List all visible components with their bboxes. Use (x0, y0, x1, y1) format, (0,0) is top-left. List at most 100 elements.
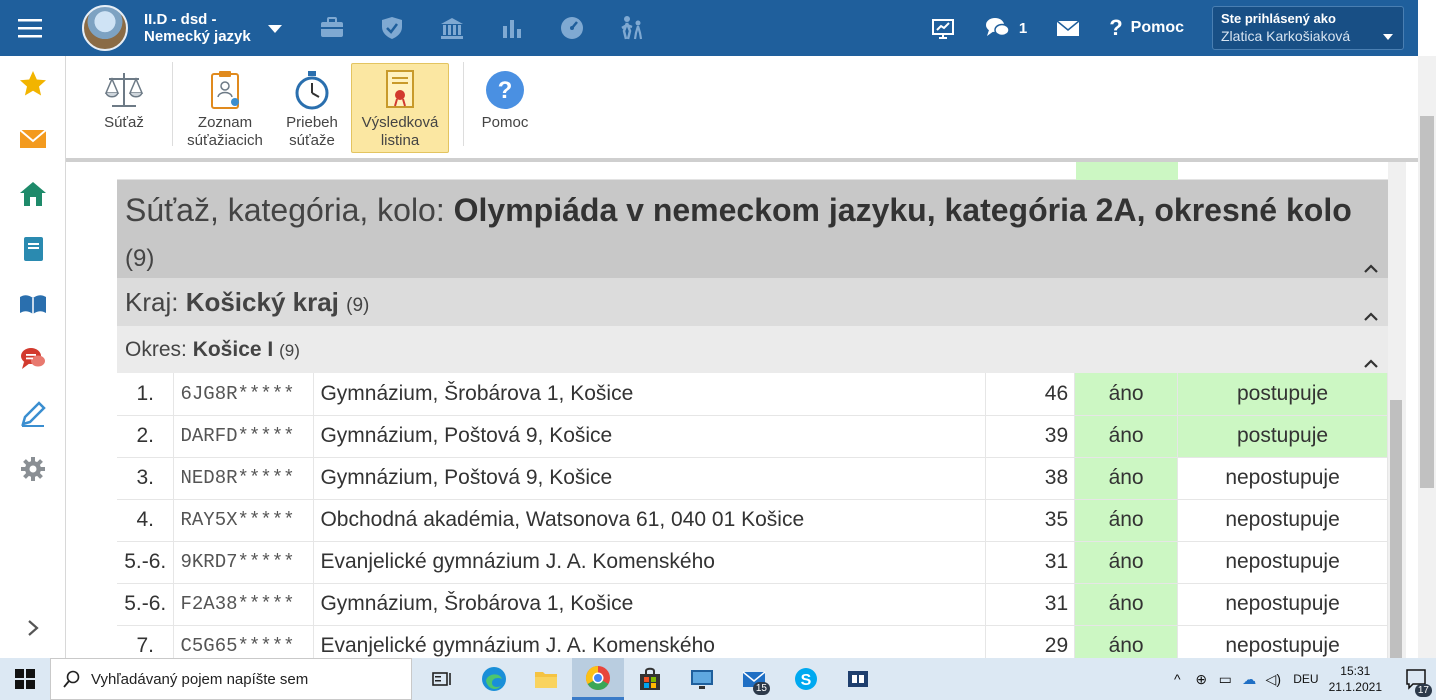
table-row[interactable]: 7. C5G65***** Evanjelické gymnázium J. A. … (117, 625, 1388, 658)
competition-count: (9) (125, 245, 155, 272)
result-rank: 2. (117, 415, 175, 458)
result-rank: 3. (117, 457, 175, 500)
mail-icon[interactable] (1055, 15, 1081, 41)
scales-icon (104, 73, 144, 107)
home-icon[interactable] (0, 166, 66, 221)
result-ok: áno (1074, 499, 1179, 542)
result-status: nepostupuje (1177, 541, 1388, 584)
chrome-browser-icon[interactable] (572, 658, 624, 700)
mail-icon[interactable] (0, 111, 66, 166)
store-icon[interactable] (624, 658, 676, 700)
language-indicator[interactable]: DEU (1293, 672, 1318, 686)
skype-icon[interactable]: S (780, 658, 832, 700)
battery-icon[interactable]: ▭ (1213, 671, 1237, 688)
edge-browser-icon[interactable] (468, 658, 520, 700)
page-scrollbar[interactable] (1418, 56, 1436, 658)
bar-chart-icon[interactable] (482, 0, 542, 56)
result-status: nepostupuje (1177, 499, 1388, 542)
volume-icon[interactable]: ◁) (1261, 671, 1285, 688)
region-count: (9) (346, 295, 370, 316)
tool-results-list[interactable]: Výsledková listina (351, 63, 449, 153)
user-menu[interactable]: Ste prihlásený ako Zlatica Karkošiaková (1212, 6, 1404, 50)
result-status: nepostupuje (1177, 457, 1388, 500)
notification-count: 17 (1414, 684, 1432, 697)
file-explorer-icon[interactable] (520, 658, 572, 700)
collapse-chevron-icon[interactable] (1364, 262, 1378, 274)
result-code: 9KRD7***** (173, 541, 315, 584)
menu-icon[interactable] (0, 0, 60, 56)
usb-icon[interactable]: ⊕ (1189, 671, 1213, 688)
tool-competition[interactable]: Súťaž (90, 56, 158, 158)
students-icon[interactable] (602, 0, 662, 56)
expand-sidebar-chevron-icon[interactable] (0, 608, 66, 648)
task-view-icon[interactable] (416, 658, 468, 700)
region-group-header[interactable]: Kraj: Košický kraj (9) (117, 278, 1388, 326)
tool-competition-progress[interactable]: Priebeh súťaže (273, 56, 351, 158)
onedrive-icon[interactable]: ☁ (1237, 671, 1261, 688)
table-row[interactable]: 5.-6. 9KRD7***** Evanjelické gymnázium J. … (117, 541, 1388, 584)
system-tray: ^ ⊕ ▭ ☁ ◁) DEU 15:31 21.1.2021 17 (1165, 658, 1436, 700)
taskbar-clock[interactable]: 15:31 21.1.2021 (1329, 663, 1382, 695)
chat-icon[interactable] (0, 331, 66, 386)
result-school: Evanjelické gymnázium J. A. Komenského (313, 625, 987, 658)
help-button[interactable]: ? Pomoc (1109, 15, 1184, 41)
notebook-icon[interactable] (0, 221, 66, 276)
tool-participants-list[interactable]: Zoznam súťažiacich (177, 56, 273, 158)
result-school: Evanjelické gymnázium J. A. Komenského (313, 541, 987, 584)
pencil-icon[interactable] (0, 386, 66, 441)
windows-start-icon[interactable] (0, 658, 50, 700)
result-score: 31 (985, 541, 1076, 584)
open-book-icon[interactable] (0, 276, 66, 331)
content-scrollbar[interactable] (1388, 162, 1406, 658)
speedometer-icon[interactable] (542, 0, 602, 56)
notification-center-icon[interactable]: 17 (1396, 658, 1436, 700)
stopwatch-icon (295, 71, 329, 110)
toolbar-separator (172, 62, 173, 146)
collapse-chevron-icon[interactable] (1364, 310, 1378, 322)
competition-toolbar: Súťaž Zoznam súťažiacich Priebeh súťaže … (66, 56, 1418, 162)
institution-icon[interactable] (422, 0, 482, 56)
table-row[interactable]: 4. RAY5X***** Obchodná akadémia, Watsonova… (117, 499, 1388, 542)
result-code: RAY5X***** (173, 499, 315, 542)
class-dropdown-caret-icon[interactable] (268, 25, 282, 33)
tool-results-label1: Výsledková (361, 114, 439, 131)
gear-icon[interactable] (0, 441, 66, 496)
content-scrollbar-thumb[interactable] (1390, 400, 1402, 658)
user-dropdown-caret-icon (1383, 34, 1393, 40)
table-row[interactable]: 3. NED8R***** Gymnázium, Poštová 9, Košice… (117, 457, 1388, 500)
messages-button[interactable]: 1 (984, 15, 1027, 41)
app-window-icon[interactable] (832, 658, 884, 700)
remote-desktop-icon[interactable] (676, 658, 728, 700)
mail-badge: 15 (752, 682, 770, 695)
mail-app-icon[interactable]: 15 (728, 658, 780, 700)
tray-chevron-up-icon[interactable]: ^ (1165, 671, 1189, 687)
page-scrollbar-thumb[interactable] (1420, 116, 1434, 488)
top-navigation-bar: II.D - dsd - Nemecký jazyk 1 ? Pomoc Ste… (0, 0, 1418, 56)
search-placeholder: Vyhľadávaný pojem napíšte sem (91, 670, 309, 688)
tool-help[interactable]: ? Pomoc (468, 56, 542, 158)
result-score: 35 (985, 499, 1076, 542)
competition-group-header[interactable]: Súťaž, kategória, kolo: Olympiáda v neme… (117, 180, 1388, 278)
table-row[interactable]: 2. DARFD***** Gymnázium, Poštová 9, Košice… (117, 415, 1388, 458)
user-label: Ste prihlásený ako (1221, 11, 1336, 26)
result-score: 31 (985, 583, 1076, 626)
previous-row-peek (117, 162, 1388, 180)
collapse-chevron-icon[interactable] (1364, 357, 1378, 369)
table-row[interactable]: 1. 6JG8R***** Gymnázium, Šrobárova 1, Koši… (117, 373, 1388, 416)
district-group-header[interactable]: Okres: Košice I (9) (117, 326, 1388, 373)
question-mark-icon: ? (1109, 15, 1123, 40)
tool-competition-label: Súťaž (104, 114, 144, 131)
class-selector[interactable]: II.D - dsd - Nemecký jazyk (144, 11, 262, 45)
star-icon[interactable] (0, 56, 66, 111)
results-table: 1. 6JG8R***** Gymnázium, Šrobárova 1, Koši… (117, 373, 1388, 658)
result-ok: áno (1074, 625, 1179, 658)
clock-date: 21.1.2021 (1328, 680, 1382, 694)
competition-prefix: Súťaž, kategória, kolo: (125, 192, 454, 228)
table-row[interactable]: 5.-6. F2A38***** Gymnázium, Šrobárova 1, K… (117, 583, 1388, 626)
taskbar-search-box[interactable]: Vyhľadávaný pojem napíšte sem (50, 658, 412, 700)
shield-icon[interactable] (362, 0, 422, 56)
class-avatar[interactable] (82, 5, 128, 51)
result-ok: áno (1074, 583, 1179, 626)
presentation-icon[interactable] (930, 15, 956, 41)
briefcase-icon[interactable] (302, 0, 362, 56)
